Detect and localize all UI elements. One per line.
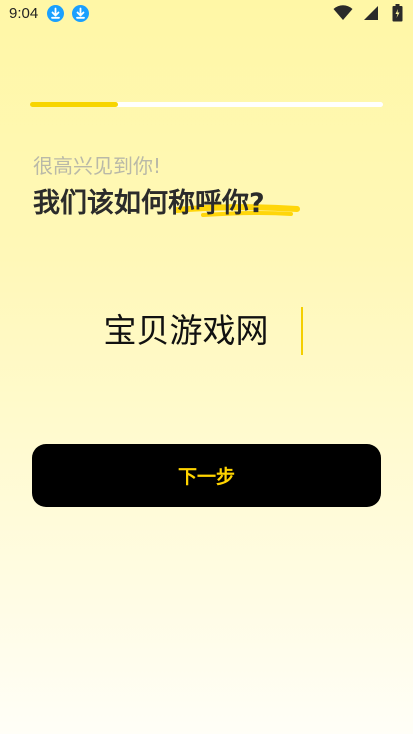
progress-fill — [30, 102, 119, 107]
nickname-input[interactable] — [97, 306, 316, 356]
status-icons — [323, 4, 403, 22]
next-button-label: 下一步 — [177, 466, 235, 488]
next-button[interactable]: 下一步 — [32, 444, 381, 507]
page-title: 我们该如何称呼你? — [33, 188, 265, 219]
greeting-text: 很高兴见到你! — [33, 154, 162, 178]
download-icon — [72, 5, 89, 22]
status-bar: 9:04 — [0, 0, 413, 28]
download-icon — [47, 5, 64, 22]
progress-bar — [30, 102, 383, 107]
question-heading-wrap: 我们该如何称呼你? — [33, 181, 265, 221]
battery-icon — [392, 4, 403, 26]
cell-signal-icon — [363, 5, 379, 25]
wifi-icon — [333, 5, 353, 25]
text-caret — [301, 307, 303, 355]
name-row — [0, 306, 413, 358]
status-time: 9:04 — [9, 5, 39, 22]
